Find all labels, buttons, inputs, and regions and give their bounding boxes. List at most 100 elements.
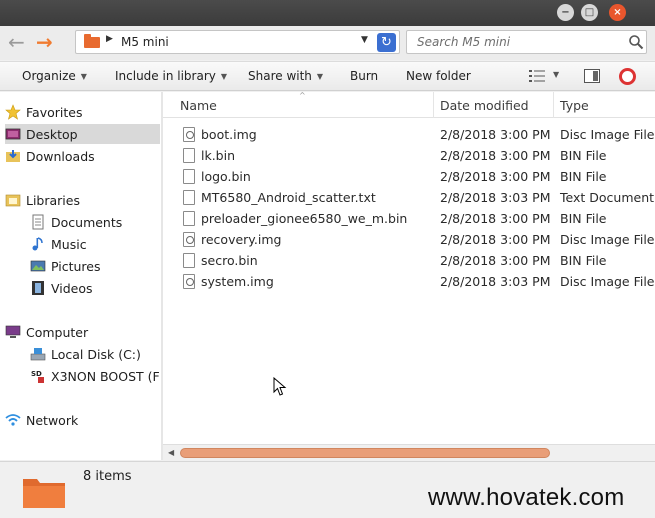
view-chevron-down-icon[interactable]: ▼ [553,70,559,79]
nav-favorites[interactable]: Favorites [5,102,160,122]
column-header-type[interactable]: Type [560,98,589,113]
network-icon [5,414,21,426]
hard-drive-icon [30,348,46,361]
file-icon [183,148,195,163]
disc-image-icon [183,127,195,142]
folder-icon [23,479,65,508]
file-name: system.img [201,274,274,289]
pictures-icon [30,260,46,272]
column-header-name[interactable]: Name [180,98,217,113]
status-bar: 8 items www.hovatek.com [0,461,655,518]
file-icon [183,253,195,268]
file-type: BIN File [560,169,607,184]
text-file-icon [183,190,195,205]
desktop-icon [5,128,21,140]
maximize-button[interactable]: □ [581,4,598,21]
file-row[interactable]: recovery.img 2/8/2018 3:00 PM Disc Image… [163,229,655,250]
file-date: 2/8/2018 3:00 PM [440,232,551,247]
address-dropdown-icon[interactable]: ▼ [361,35,368,45]
mouse-cursor-icon [273,377,287,396]
file-name: preloader_gionee6580_we_m.bin [201,211,408,226]
sd-card-icon: SD [31,369,45,383]
chevron-down-icon: ▼ [220,72,228,81]
preview-pane-icon[interactable] [584,69,600,83]
file-name: recovery.img [201,232,282,247]
navigation-pane: Favorites Desktop Downloads Libraries Do… [0,92,161,460]
file-type: Disc Image File [560,274,655,289]
file-type: BIN File [560,148,607,163]
file-date: 2/8/2018 3:00 PM [440,148,551,163]
file-row[interactable]: preloader_gionee6580_we_m.bin 2/8/2018 3… [163,208,655,229]
videos-icon [32,281,44,295]
watermark-text: www.hovatek.com [428,484,625,511]
command-bar: Organize ▼ Include in library ▼ Share with… [0,61,655,91]
share-with-menu[interactable]: Share with ▼ [248,69,323,83]
address-bar[interactable]: ▶ M5 mini ▼ ↻ [75,30,400,54]
file-date: 2/8/2018 3:00 PM [440,127,551,142]
column-headers: ^ Name Date modified Type [163,91,655,118]
file-row[interactable]: secro.bin 2/8/2018 3:00 PM BIN File [163,250,655,271]
organize-menu[interactable]: Organize ▼ [22,69,87,83]
nav-desktop[interactable]: Desktop [5,124,160,144]
chevron-down-icon: ▼ [316,72,324,81]
nav-computer[interactable]: Computer [5,322,160,342]
view-options-icon[interactable] [529,69,545,83]
file-row[interactable]: system.img 2/8/2018 3:03 PM Disc Image F… [163,271,655,292]
documents-icon [32,214,44,230]
file-type: BIN File [560,211,607,226]
column-header-date[interactable]: Date modified [440,98,529,113]
search-placeholder: Search M5 mini [417,35,511,49]
burn-button[interactable]: Burn [350,69,378,83]
search-input[interactable]: Search M5 mini [406,30,647,54]
file-row[interactable]: boot.img 2/8/2018 3:00 PM Disc Image Fil… [163,124,655,145]
refresh-button[interactable]: ↻ [377,33,396,52]
file-row[interactable]: MT6580_Android_scatter.txt 2/8/2018 3:03… [163,187,655,208]
file-name: boot.img [201,127,257,142]
chevron-down-icon: ▼ [80,72,87,81]
file-row[interactable]: logo.bin 2/8/2018 3:00 PM BIN File [163,166,655,187]
file-name: MT6580_Android_scatter.txt [201,190,376,205]
file-date: 2/8/2018 3:00 PM [440,253,551,268]
address-path[interactable]: M5 mini [121,35,169,49]
downloads-folder-icon [6,150,20,162]
folder-icon [84,34,100,48]
horizontal-scrollbar[interactable]: ◀ [163,444,655,460]
sort-indicator-icon: ^ [299,91,306,100]
file-name: lk.bin [201,148,236,163]
close-button[interactable]: × [609,4,626,21]
file-type: Disc Image File [560,127,655,142]
file-type: Text Document [560,190,655,205]
address-row: ← → ▶ M5 mini ▼ ↻ Search M5 mini [0,26,655,60]
svg-text:SD: SD [31,370,42,378]
include-in-library-menu[interactable]: Include in library ▼ [115,69,227,83]
file-date: 2/8/2018 3:03 PM [440,190,551,205]
computer-icon [5,325,21,338]
column-divider[interactable] [553,92,554,118]
file-icon [183,169,195,184]
file-type: BIN File [560,253,607,268]
nav-downloads[interactable]: Downloads [5,146,160,166]
star-icon [5,104,21,120]
nav-network[interactable]: Network [5,410,160,430]
back-arrow-icon[interactable]: ← [8,32,30,52]
disc-image-icon [183,274,195,289]
nav-libraries[interactable]: Libraries [5,190,160,210]
file-date: 2/8/2018 3:03 PM [440,274,551,289]
forward-arrow-icon[interactable]: → [36,32,58,52]
file-name: logo.bin [201,169,251,184]
file-list: ^ Name Date modified Type boot.img 2/8/2… [163,91,655,460]
item-count: 8 items [83,469,132,484]
breadcrumb-arrow-icon[interactable]: ▶ [106,34,113,44]
file-name: secro.bin [201,253,258,268]
column-divider[interactable] [433,92,434,118]
help-icon[interactable] [619,68,636,85]
scrollbar-thumb[interactable] [180,448,550,458]
minimize-button[interactable]: − [557,4,574,21]
file-type: Disc Image File [560,232,655,247]
search-icon[interactable] [628,34,644,50]
new-folder-button[interactable]: New folder [406,69,471,83]
scroll-left-icon[interactable]: ◀ [168,448,174,457]
file-row[interactable]: lk.bin 2/8/2018 3:00 PM BIN File [163,145,655,166]
music-note-icon [32,237,43,251]
title-bar: − □ × [0,0,655,26]
